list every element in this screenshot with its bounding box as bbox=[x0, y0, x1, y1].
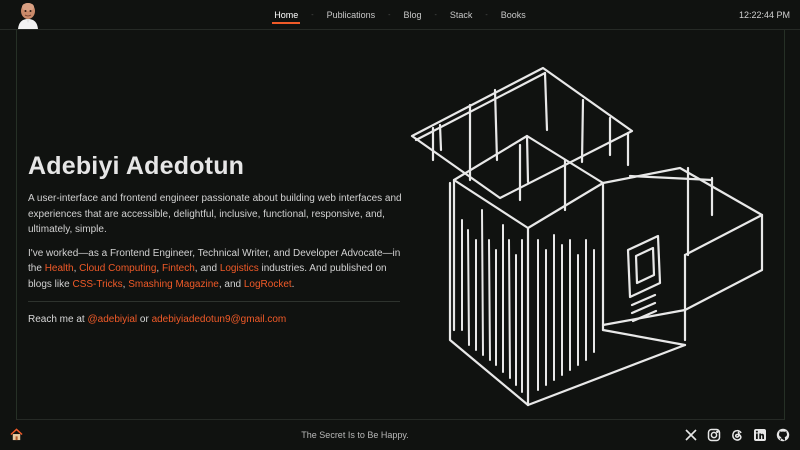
frame-line-left bbox=[16, 30, 17, 420]
nav-separator: - bbox=[434, 11, 437, 19]
nav-separator: - bbox=[485, 11, 488, 19]
footer-tagline: The Secret Is to Be Happy. bbox=[301, 430, 409, 440]
nav-blog[interactable]: Blog bbox=[402, 10, 424, 20]
site-header: Home - Publications - Blog - Stack - Boo… bbox=[0, 0, 800, 30]
email-link[interactable]: adebiyiadedotun9@gmail.com bbox=[152, 314, 287, 325]
contact-line: Reach me at @adebiyial or adebiyiadedotu… bbox=[28, 314, 403, 325]
page-title: Adebiyi Adedotun bbox=[28, 152, 245, 180]
building-sketch-illustration bbox=[410, 66, 764, 407]
nav-stack[interactable]: Stack bbox=[448, 10, 475, 20]
link-health[interactable]: Health bbox=[45, 263, 74, 274]
instagram-icon[interactable] bbox=[707, 428, 721, 442]
comma-and: , and bbox=[194, 263, 220, 274]
contact-prefix: Reach me at bbox=[28, 314, 88, 325]
bio-paragraph: A user-interface and frontend engineer p… bbox=[28, 193, 402, 235]
nav-separator: - bbox=[311, 11, 314, 19]
github-icon[interactable] bbox=[776, 428, 790, 442]
intro-section: Adebiyi Adedotun A user-interface and fr… bbox=[28, 152, 403, 325]
period: . bbox=[291, 278, 295, 290]
link-logrocket[interactable]: LogRocket bbox=[244, 279, 292, 290]
main-nav: Home - Publications - Blog - Stack - Boo… bbox=[0, 0, 800, 30]
illustration-caption-clipped bbox=[576, 416, 776, 420]
x-icon[interactable] bbox=[684, 428, 698, 442]
nav-publications[interactable]: Publications bbox=[325, 10, 378, 20]
work-paragraph: I've worked—as a Frontend Engineer, Tech… bbox=[28, 246, 403, 293]
link-logistics[interactable]: Logistics bbox=[220, 263, 259, 274]
social-links bbox=[684, 428, 790, 442]
contact-or: or bbox=[137, 314, 152, 325]
twitter-handle-link[interactable]: @adebiyial bbox=[87, 314, 137, 325]
nav-books[interactable]: Books bbox=[499, 10, 528, 20]
nav-home[interactable]: Home bbox=[272, 10, 301, 24]
comma-and: , and bbox=[218, 278, 244, 290]
threads-icon[interactable] bbox=[730, 428, 744, 442]
frame-line-right bbox=[784, 30, 785, 420]
clock: 12:22:44 PM bbox=[738, 10, 790, 20]
link-cloud-computing[interactable]: Cloud Computing bbox=[79, 263, 156, 274]
link-smashing-magazine[interactable]: Smashing Magazine bbox=[128, 279, 219, 290]
nav-separator: - bbox=[388, 11, 391, 19]
link-fintech[interactable]: Fintech bbox=[162, 263, 195, 274]
linkedin-icon[interactable] bbox=[753, 428, 767, 442]
link-css-tricks[interactable]: CSS-Tricks bbox=[72, 279, 122, 290]
divider bbox=[28, 301, 400, 302]
